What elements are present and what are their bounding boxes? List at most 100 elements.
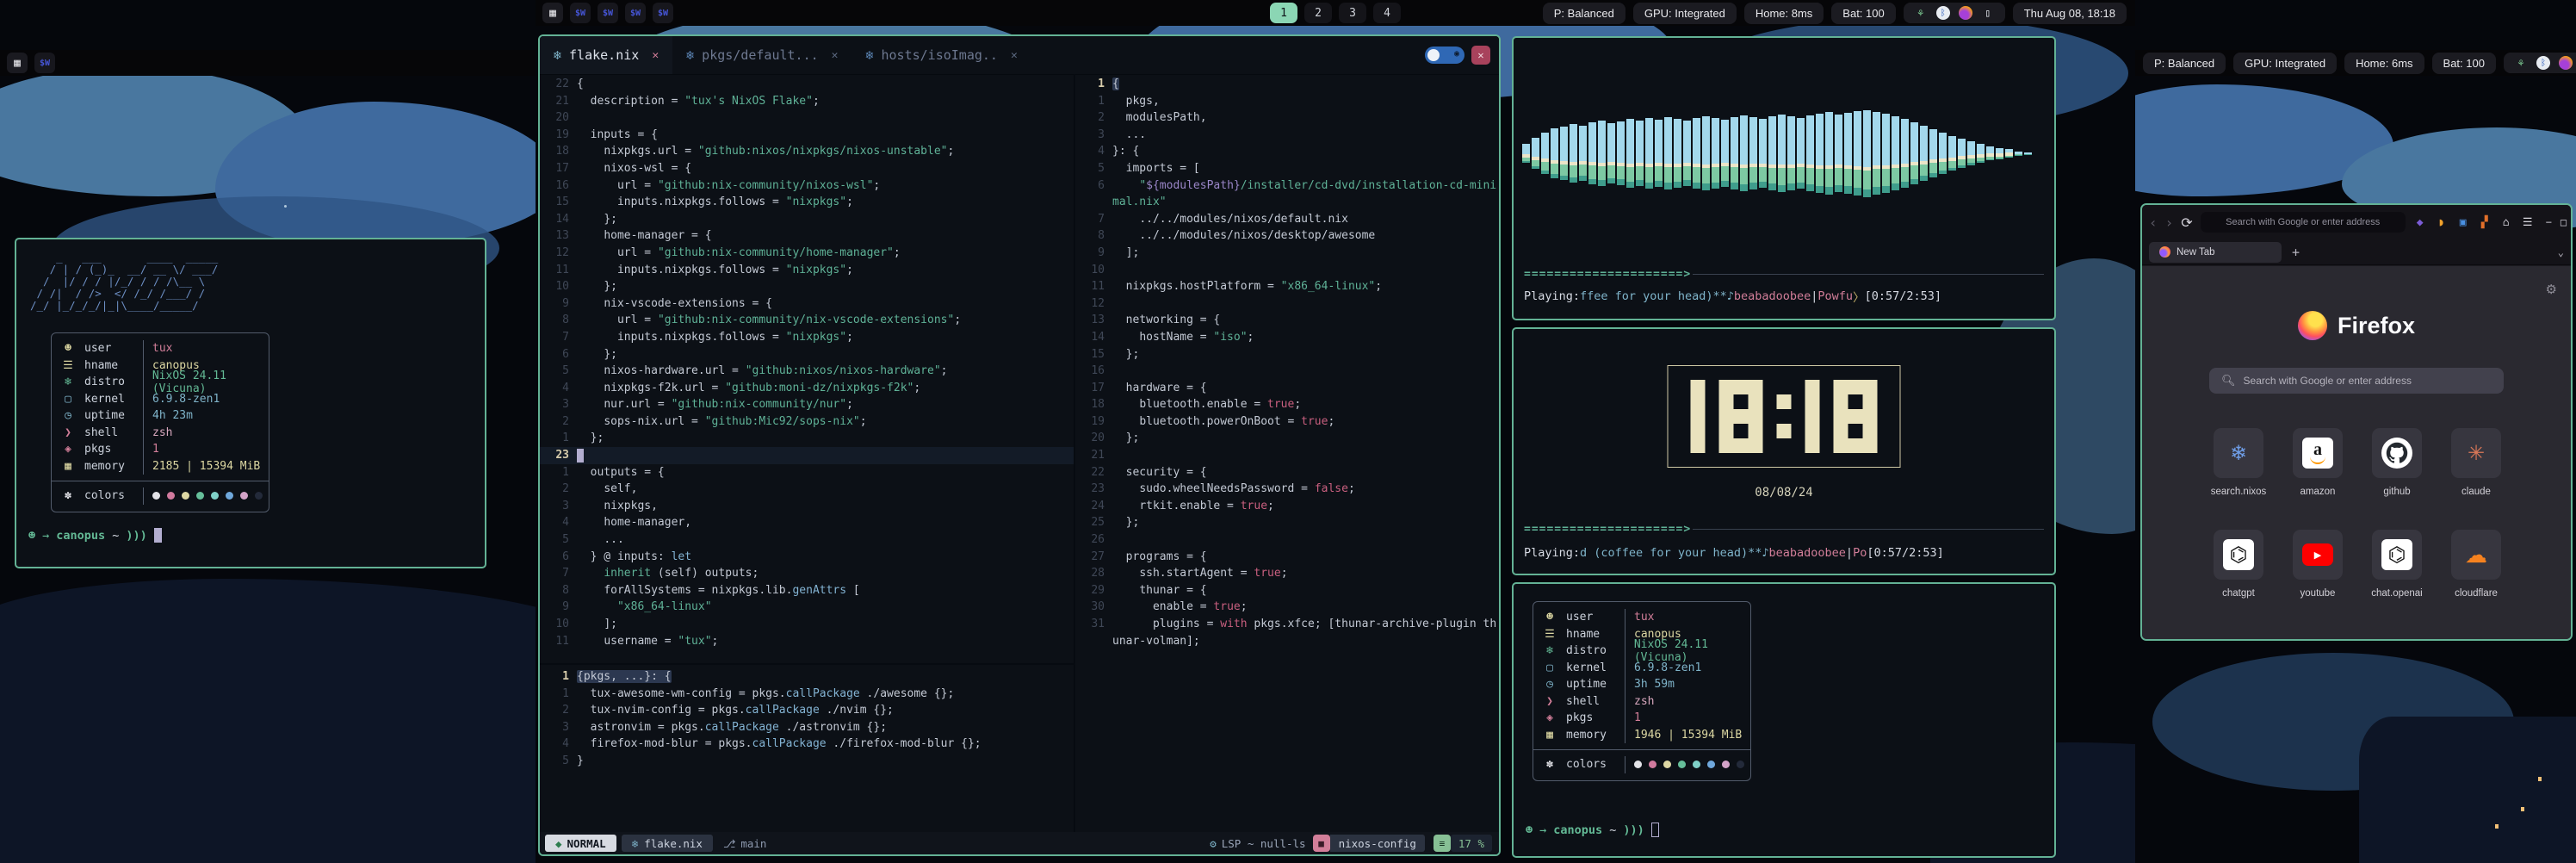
shortcut-youtube[interactable]: ▶youtube (2278, 530, 2357, 631)
editor-tab-1[interactable]: ❄flake.nix✕ (540, 36, 672, 74)
cava-bar (1778, 115, 1786, 191)
now-playing-segment: d (coffee for your head) (1580, 546, 1748, 560)
shortcut-chatgpt[interactable]: ⌬chatgpt (2199, 530, 2278, 631)
shortcut-amazon[interactable]: aamazon (2278, 428, 2357, 530)
extension-icon-blue[interactable]: ▣ (2456, 216, 2470, 229)
firefox-tray-icon[interactable] (1959, 6, 1972, 20)
code-pane-flake[interactable]: 22{21 description = "tux's NixOS Flake";… (540, 76, 1074, 649)
tab-list-chevron-icon[interactable]: ⌄ (2558, 246, 2564, 258)
reload-button[interactable]: ⟳ (2181, 214, 2192, 231)
cava-teal (1892, 183, 1899, 190)
shortcut-tile[interactable]: ⌬ (2214, 530, 2263, 580)
firefox-logo (2298, 311, 2327, 340)
app-launcher-icon-2[interactable]: $W (598, 3, 618, 23)
tab-close-icon[interactable]: ✕ (652, 49, 659, 62)
app-launcher-icon-3[interactable]: $W (625, 3, 646, 23)
cava-green (1939, 162, 1947, 171)
color-dot (152, 492, 160, 500)
code-line: 19 inputs = { (540, 127, 1074, 144)
workspace-2[interactable]: 2 (1304, 3, 1332, 23)
workspace-1[interactable]: 1 (1270, 3, 1297, 23)
extension-icon-purple[interactable]: ◆ (2413, 216, 2427, 229)
code-text: inputs = { (577, 127, 1074, 144)
firefox-window[interactable]: ‹ › ⟳ Search with Google or enter addres… (2140, 203, 2573, 641)
line-number: 1 (540, 464, 577, 481)
app-launcher-icon-1[interactable]: $W (570, 3, 591, 23)
terminal-fetch-right[interactable]: ☻usertux☰hnamecanopus❄distroNixOS 24.11 … (1512, 582, 2056, 858)
code-pane-pkgs[interactable]: 1{pkgs, ...}: {1 tux-awesome-wm-config =… (540, 668, 1074, 770)
cava-green (1532, 160, 1539, 166)
cava-teal (1570, 177, 1577, 183)
datetime-chip[interactable]: Thu Aug 08, 18:18 (2013, 3, 2127, 24)
line-number: 7 (540, 565, 577, 582)
minimize-button[interactable]: − (2546, 216, 2552, 228)
plant-tray-icon[interactable]: ⚘ (2514, 56, 2528, 70)
shortcut-github[interactable]: github (2357, 428, 2437, 530)
shortcut-chat-openai[interactable]: ⌬chat.openai (2357, 530, 2437, 631)
editor-tab-3[interactable]: ❄hosts/isoImag..✕ (851, 36, 1031, 74)
bluetooth-tray-icon[interactable]: ᛒ (1936, 6, 1950, 20)
plant-tray-icon[interactable]: ⚘ (1914, 6, 1928, 20)
shortcut-tile[interactable]: a (2293, 428, 2343, 478)
extension-icon-darkreader[interactable]: ◗ (2435, 216, 2449, 229)
extensions-button[interactable]: ⌂ (2499, 216, 2513, 229)
cava-top (1522, 144, 1530, 154)
cava-top (1901, 119, 1909, 163)
color-dot (1678, 761, 1686, 768)
bluetooth-tray-icon[interactable]: ᛒ (2536, 56, 2550, 70)
shortcut-search-nixos[interactable]: ❄search.nixos (2199, 428, 2278, 530)
editor-tab-2[interactable]: ❄pkgs/default...✕ (672, 36, 851, 74)
tab-close-icon[interactable]: ✕ (832, 49, 839, 62)
fetch-row: ◈pkgs1 (1533, 710, 1750, 727)
color-dots (1634, 761, 1744, 768)
newtab-search-input[interactable]: 🔍︎ Search with Google or enter address (2209, 368, 2504, 394)
code-line: 1 pkgs, (1075, 93, 1499, 110)
line-number: 7 (1075, 211, 1112, 228)
neovim-window[interactable]: ❄flake.nix✕❄pkgs/default...✕❄hosts/isoIm… (538, 34, 1501, 856)
terminal-fetch-left[interactable]: _ ___ ____ _____ / | / (_)_ __/ __ \/ __… (15, 238, 486, 568)
workspace-3[interactable]: 3 (1339, 3, 1366, 23)
editor-toggle-switch[interactable]: ◉ (1425, 47, 1464, 64)
shortcut-tile[interactable]: ❄ (2214, 428, 2263, 478)
shortcut-claude[interactable]: ✳claude (2437, 428, 2516, 530)
terminal-clock[interactable]: 08/08/24 =====================> Playing:… (1512, 327, 2056, 575)
new-tab-button[interactable]: + (2292, 245, 2300, 260)
shortcut-tile[interactable]: ✳ (2451, 428, 2501, 478)
menu-button[interactable]: ☰ (2521, 216, 2535, 229)
extension-icon-orange[interactable]: ▞ (2478, 216, 2492, 229)
window-close-button[interactable]: ✕ (1471, 46, 1490, 65)
shortcut-tile[interactable]: ▶ (2293, 530, 2343, 580)
back-button[interactable]: ‹ (2149, 214, 2158, 231)
shell-prompt[interactable]: ☻ → canopus ~ ))) (1526, 823, 1659, 837)
divider (143, 407, 144, 425)
forward-button[interactable]: › (2165, 214, 2174, 231)
maximize-button[interactable]: □ (2561, 216, 2567, 228)
app-grid-icon[interactable]: ▦ (7, 53, 28, 73)
url-bar[interactable]: Search with Google or enter address (2201, 212, 2406, 233)
app-grid-icon[interactable]: ▦ (542, 3, 563, 23)
shortcut-tile[interactable]: ☁ (2451, 530, 2501, 580)
line-number: 5 (540, 531, 577, 549)
code-pane-iso[interactable]: 1{1 pkgs,2 modulesPath,3 ...4}: {5 impor… (1075, 76, 1499, 649)
firefox-tray-icon[interactable] (2559, 56, 2573, 70)
cava-green (1551, 164, 1558, 174)
code-line: 5 ... (540, 531, 1074, 549)
cava-top (1920, 126, 1928, 161)
app-launcher-icon-1[interactable]: $W (34, 53, 55, 73)
shell-prompt[interactable]: ☻ → canopus ~ ))) (28, 528, 162, 543)
terminal-cava[interactable]: =====================> Playing: ffee for… (1512, 36, 2056, 320)
cava-green (1759, 167, 1767, 182)
personalize-gear-icon[interactable]: ⚙ (2546, 282, 2557, 297)
shortcut-cloudflare[interactable]: ☁cloudflare (2437, 530, 2516, 631)
tab-close-icon[interactable]: ✕ (1011, 49, 1018, 62)
app-launcher-icon-4[interactable]: $W (653, 3, 673, 23)
workspace-4[interactable]: 4 (1373, 3, 1401, 23)
shortcut-tile[interactable]: ⌬ (2372, 530, 2422, 580)
phone-tray-icon[interactable]: ▯ (1981, 6, 1995, 20)
line-number: 10 (540, 616, 577, 633)
tab-new-tab[interactable]: New Tab (2149, 242, 2282, 263)
code-text: tux-awesome-wm-config = pkgs.callPackage… (577, 686, 1074, 703)
shortcut-tile[interactable] (2372, 428, 2422, 478)
split-separator[interactable] (540, 663, 1074, 665)
cava-bar (1664, 117, 1672, 189)
